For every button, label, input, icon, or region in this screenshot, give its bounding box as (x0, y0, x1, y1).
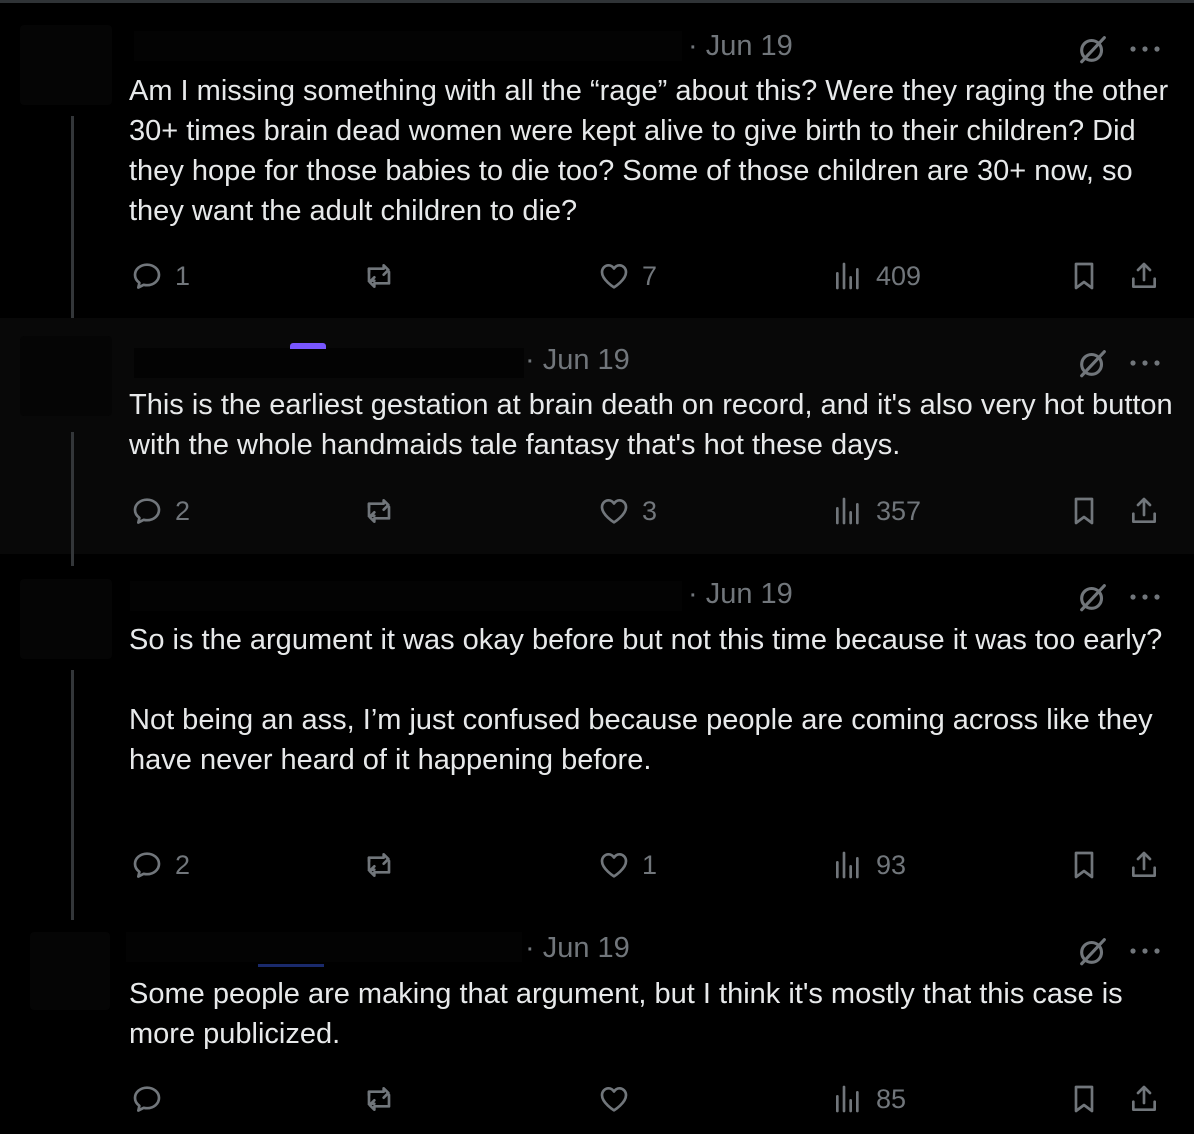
reply-button[interactable]: 1 (131, 256, 190, 296)
more-icon[interactable] (1128, 44, 1162, 54)
views-button[interactable]: 357 (832, 491, 921, 531)
heart-icon (598, 260, 630, 292)
view-count: 409 (876, 260, 922, 291)
share-button[interactable] (1128, 1079, 1160, 1119)
like-button[interactable] (598, 1079, 642, 1119)
share-button[interactable] (1128, 256, 1160, 296)
post-date[interactable]: · Jun 19 (525, 344, 630, 377)
post-4[interactable]: · Jun 19 Some people are making that arg… (0, 924, 1194, 1134)
views-button[interactable]: 93 (832, 845, 906, 885)
view-count: 357 (876, 495, 922, 526)
verified-badge (290, 343, 326, 349)
share-icon (1128, 1083, 1160, 1115)
bookmark-button[interactable] (1068, 256, 1100, 296)
post-3[interactable]: · Jun 19 So is the argument it was okay … (0, 554, 1194, 924)
repost-button[interactable] (363, 845, 407, 885)
bookmark-icon (1068, 260, 1100, 292)
grok-icon[interactable] (1076, 346, 1110, 380)
author-name-redacted (134, 348, 524, 378)
avatar[interactable] (20, 336, 112, 416)
bookmark-button[interactable] (1068, 491, 1100, 531)
reply-count: 2 (175, 849, 191, 880)
post-actions: 1 7 409 (0, 256, 1194, 296)
share-icon (1128, 849, 1160, 881)
post-actions: 2 1 93 (0, 845, 1194, 885)
post-2[interactable]: · Jun 19 This is the earliest gestation … (0, 318, 1194, 554)
post-text: Some people are making that argument, bu… (129, 978, 1131, 1050)
repost-icon (363, 1083, 395, 1115)
like-count: 7 (642, 260, 658, 291)
share-button[interactable] (1128, 491, 1160, 531)
post-date[interactable]: · Jun 19 (688, 30, 793, 63)
thread-line (71, 670, 74, 920)
more-icon[interactable] (1128, 358, 1162, 368)
like-count: 1 (642, 849, 658, 880)
thread-line (71, 116, 74, 328)
avatar[interactable] (20, 579, 112, 659)
bookmark-icon (1068, 1083, 1100, 1115)
repost-button[interactable] (363, 491, 407, 531)
views-icon (832, 260, 864, 292)
reply-button[interactable] (131, 1079, 175, 1119)
view-count: 85 (876, 1083, 907, 1114)
bookmark-icon (1068, 495, 1100, 527)
post-actions: 2 3 357 (0, 491, 1194, 531)
grok-icon[interactable] (1076, 580, 1110, 614)
avatar[interactable] (30, 932, 110, 1010)
post-date[interactable]: · Jun 19 (525, 932, 630, 965)
author-name-redacted (126, 932, 522, 962)
views-button[interactable]: 409 (832, 256, 921, 296)
grok-icon[interactable] (1076, 934, 1110, 968)
heart-icon (598, 849, 630, 881)
more-icon[interactable] (1128, 946, 1162, 956)
more-icon[interactable] (1128, 592, 1162, 602)
share-icon (1128, 495, 1160, 527)
heart-icon (598, 495, 630, 527)
thread-line (71, 432, 74, 566)
repost-button[interactable] (363, 1079, 407, 1119)
reply-count: 2 (175, 495, 191, 526)
bookmark-button[interactable] (1068, 845, 1100, 885)
post-date[interactable]: · Jun 19 (688, 578, 793, 611)
share-button[interactable] (1128, 845, 1160, 885)
post-actions: 85 (0, 1079, 1194, 1119)
post-text: Am I missing something with all the “rag… (129, 75, 1177, 227)
repost-icon (363, 849, 395, 881)
reply-button[interactable]: 2 (131, 845, 190, 885)
grok-icon[interactable] (1076, 32, 1110, 66)
bookmark-icon (1068, 849, 1100, 881)
badge-mark (258, 964, 324, 967)
views-button[interactable]: 85 (832, 1079, 906, 1119)
post-text: This is the earliest gestation at brain … (129, 389, 1181, 461)
author-name-redacted (134, 31, 682, 61)
avatar[interactable] (20, 25, 112, 105)
like-button[interactable]: 7 (598, 256, 657, 296)
reply-count: 1 (175, 260, 191, 291)
repost-icon (363, 260, 395, 292)
reply-icon (131, 849, 163, 881)
like-button[interactable]: 1 (598, 845, 657, 885)
like-count: 3 (642, 495, 658, 526)
reply-icon (131, 495, 163, 527)
bookmark-button[interactable] (1068, 1079, 1100, 1119)
like-button[interactable]: 3 (598, 491, 657, 531)
views-icon (832, 1083, 864, 1115)
reply-icon (131, 1083, 163, 1115)
repost-icon (363, 495, 395, 527)
author-name-redacted (130, 581, 682, 611)
post-1[interactable]: · Jun 19 Am I missing something with all… (0, 3, 1194, 317)
view-count: 93 (876, 849, 907, 880)
reply-icon (131, 260, 163, 292)
views-icon (832, 849, 864, 881)
share-icon (1128, 260, 1160, 292)
repost-button[interactable] (363, 256, 407, 296)
heart-icon (598, 1083, 630, 1115)
views-icon (832, 495, 864, 527)
post-text: So is the argument it was okay before bu… (129, 624, 1163, 776)
reply-button[interactable]: 2 (131, 491, 190, 531)
